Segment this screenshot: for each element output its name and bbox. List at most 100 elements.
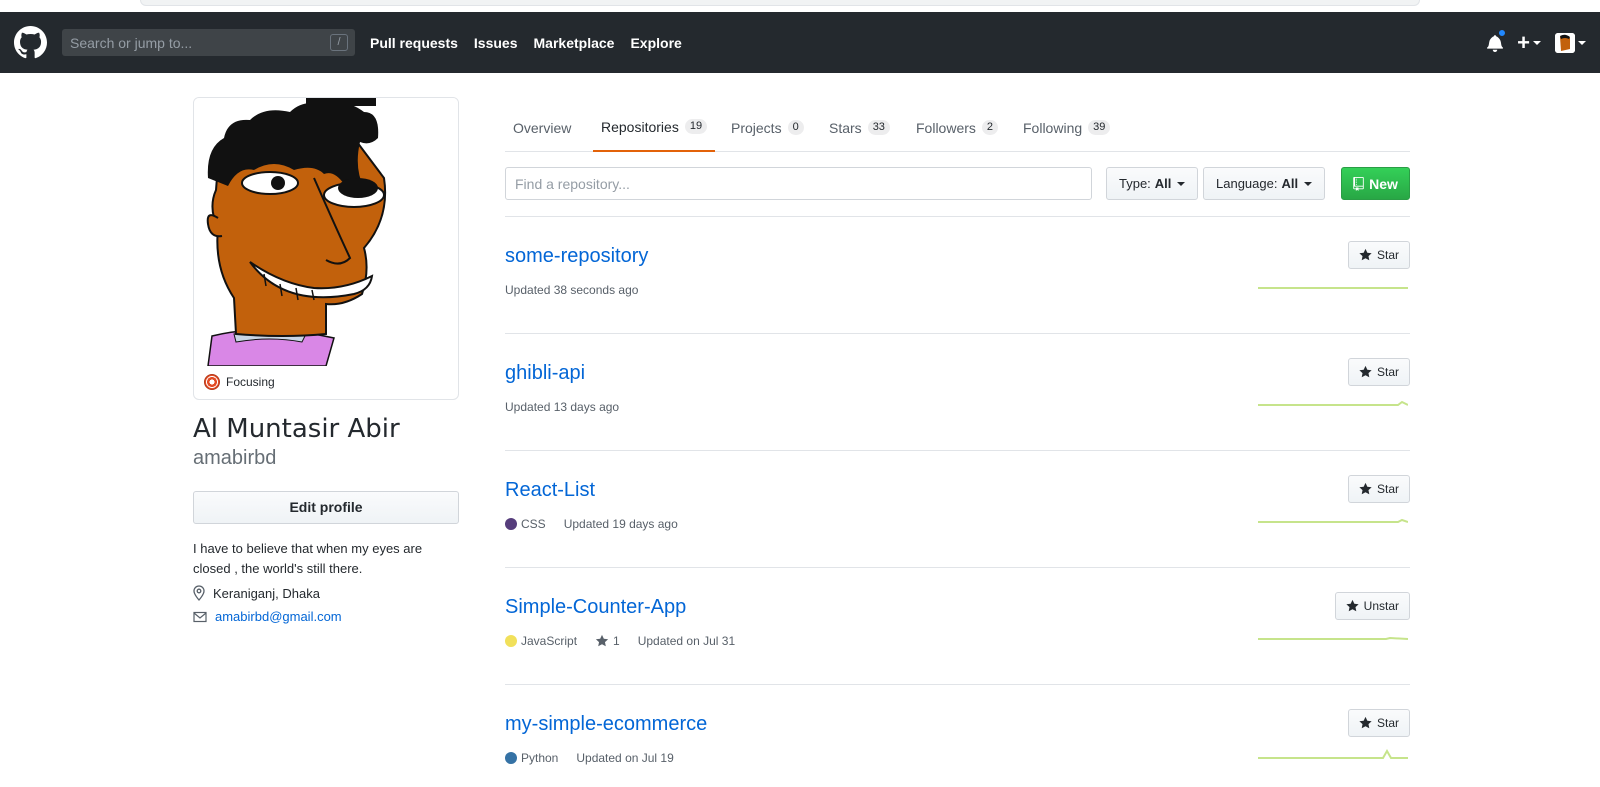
search-placeholder: Search or jump to...: [70, 35, 193, 51]
target-icon: [204, 374, 220, 390]
mail-icon: [193, 611, 207, 622]
sparkline-path: [1258, 749, 1408, 759]
tab-overview[interactable]: Overview: [505, 103, 579, 152]
language-filter-dropdown[interactable]: Language: All: [1203, 167, 1326, 200]
star-button[interactable]: Star: [1347, 475, 1410, 503]
header-nav: Pull requests Issues Marketplace Explore: [370, 12, 682, 73]
activity-sparkline: [1258, 749, 1408, 759]
chevron-down-icon: [1533, 40, 1541, 45]
profile-username: amabirbd: [193, 447, 277, 469]
location-text: Keraniganj, Dhaka: [213, 585, 320, 601]
repo-name-link[interactable]: some-repository: [505, 245, 648, 268]
repo-updated-time: Updated 19 days ago: [563, 517, 678, 531]
repo-language: JavaScript: [505, 634, 577, 648]
star-icon: [1359, 365, 1372, 378]
tab-projects[interactable]: Projects 0: [723, 103, 812, 152]
language-name: Python: [521, 751, 559, 765]
create-new-dropdown[interactable]: +: [1517, 31, 1541, 54]
repo-updated-time: Updated 13 days ago: [505, 400, 620, 414]
repo-name-link[interactable]: my-simple-ecommerce: [505, 713, 707, 736]
tab-repositories[interactable]: Repositories 19: [593, 103, 716, 152]
repo-updated-time: Updated 38 seconds ago: [505, 283, 639, 297]
edit-profile-button[interactable]: Edit profile: [193, 491, 459, 524]
language-name: JavaScript: [521, 634, 578, 648]
tab-stars[interactable]: Stars 33: [821, 103, 898, 152]
tab-count: 19: [684, 119, 708, 134]
type-label: Type:: [1119, 176, 1151, 191]
repo-language: CSS: [505, 517, 546, 531]
language-color-dot: [505, 518, 517, 530]
chevron-down-icon: [1177, 181, 1186, 186]
repo-updated-time: Updated on Jul 31: [637, 634, 736, 648]
profile-location: Keraniganj, Dhaka: [193, 585, 320, 601]
tab-label: Projects: [731, 119, 782, 136]
notifications-bell-icon[interactable]: [1487, 28, 1507, 52]
profile-tabs: Overview Repositories 19 Projects 0 Stars 3…: [505, 103, 1410, 152]
nav-marketplace[interactable]: Marketplace: [534, 35, 615, 51]
language-color-dot: [505, 635, 517, 647]
repo-name-link[interactable]: React-List: [505, 479, 595, 502]
star-button-label: Star: [1376, 482, 1399, 496]
repo-stargazers[interactable]: 1: [595, 634, 620, 648]
new-repository-button[interactable]: New: [1341, 167, 1410, 200]
repo-name-link[interactable]: Simple-Counter-App: [505, 596, 686, 619]
sparkline-path: [1258, 636, 1408, 640]
sparkline-path: [1258, 518, 1408, 523]
repo-row: Simple-Counter-App JavaScript 1 Updated on …: [505, 567, 1410, 684]
avatar-small: [1555, 32, 1575, 53]
unread-dot: [1498, 28, 1507, 37]
sparkline-path: [1258, 400, 1408, 406]
repo-name-link[interactable]: ghibli-api: [505, 362, 585, 385]
repo-meta: Updated 13 days ago: [505, 400, 619, 414]
browser-tab-edge: [140, 0, 1420, 6]
star-icon: [1359, 482, 1372, 495]
language-name: CSS: [521, 517, 546, 531]
nav-pull-requests[interactable]: Pull requests: [370, 35, 458, 51]
email-link[interactable]: amabirbd@gmail.com: [215, 609, 342, 624]
profile-full-name: Al Muntasir Abir: [193, 414, 400, 444]
language-color-dot: [505, 752, 517, 764]
star-count: 1: [613, 634, 620, 648]
unstar-button[interactable]: Unstar: [1334, 592, 1410, 620]
tab-following[interactable]: Following 39: [1015, 103, 1118, 152]
top-header: Search or jump to... / Pull requests Iss…: [0, 12, 1600, 73]
star-icon: [1346, 599, 1359, 612]
language-value: All: [1281, 176, 1299, 191]
star-button[interactable]: Star: [1347, 241, 1410, 269]
nav-issues[interactable]: Issues: [474, 35, 518, 51]
tab-label: Repositories: [601, 118, 679, 135]
status-text: Focusing: [226, 375, 275, 389]
repo-meta: Updated 38 seconds ago: [505, 283, 638, 297]
repo-meta: JavaScript 1 Updated on Jul 31: [505, 634, 735, 648]
star-button[interactable]: Star: [1347, 709, 1410, 737]
tab-label: Following: [1023, 119, 1083, 136]
github-logo-icon[interactable]: [14, 26, 47, 59]
tab-count: 2: [981, 120, 999, 135]
tab-count: 33: [867, 120, 890, 135]
nav-explore[interactable]: Explore: [630, 35, 681, 51]
header-actions: +: [1487, 12, 1586, 73]
search-shortcut-key: /: [330, 34, 348, 51]
repo-updated-time: Updated on Jul 19: [576, 751, 674, 765]
browser-strip: [0, 0, 1600, 12]
tab-label: Stars: [829, 119, 862, 136]
repo-row: some-repository Updated 38 seconds ago Sta…: [505, 216, 1410, 333]
type-filter-dropdown[interactable]: Type: All: [1106, 167, 1199, 200]
profile-email[interactable]: amabirbd@gmail.com: [193, 609, 342, 624]
language-label: Language:: [1216, 176, 1278, 191]
global-search-input[interactable]: Search or jump to... /: [62, 29, 355, 56]
repo-language: Python: [505, 751, 558, 765]
tab-count: 39: [1088, 120, 1111, 135]
user-status[interactable]: Focusing: [194, 365, 458, 399]
star-button[interactable]: Star: [1347, 358, 1410, 386]
profile-avatar[interactable]: Focusing: [193, 97, 459, 400]
new-label: New: [1369, 175, 1398, 192]
find-repository-input[interactable]: Find a repository...: [505, 167, 1092, 200]
user-menu-dropdown[interactable]: [1555, 32, 1586, 53]
star-icon: [1359, 248, 1372, 261]
tab-followers[interactable]: Followers 2: [908, 103, 1006, 152]
activity-sparkline: [1258, 400, 1408, 406]
profile-bio: I have to believe that when my eyes are …: [193, 541, 423, 576]
repo-meta: CSS Updated 19 days ago: [505, 517, 678, 531]
repo-icon: [1353, 176, 1364, 191]
